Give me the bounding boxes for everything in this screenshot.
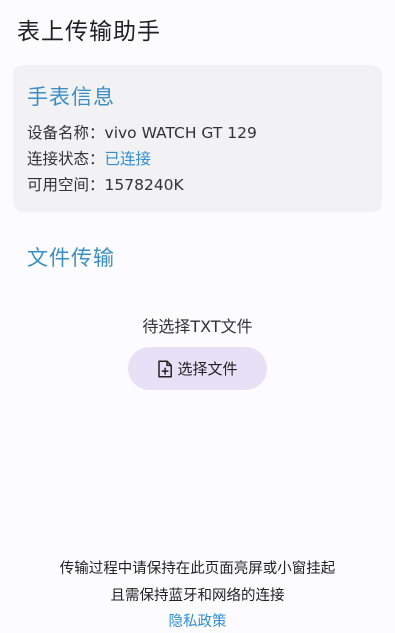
file-transfer-title: 文件传输	[27, 246, 115, 270]
available-space-value: 1578240K	[104, 176, 184, 194]
connection-status-row: 连接状态：已连接	[27, 147, 151, 169]
device-name-value: vivo WATCH GT 129	[104, 124, 257, 142]
choose-file-button[interactable]: 选择文件	[128, 347, 267, 390]
file-status-text: 待选择TXT文件	[142, 317, 253, 336]
app-title: 表上传输助手	[17, 19, 161, 45]
privacy-policy-link[interactable]: 隐私政策	[0, 610, 395, 631]
connection-status-label: 连接状态：	[27, 150, 105, 168]
device-name-label: 设备名称：	[27, 124, 105, 142]
footer-notice-line-1: 传输过程中请保持在此页面亮屏或小窗挂起	[59, 561, 336, 577]
footer-notice-line-2: 且需保持蓝牙和网络的连接	[110, 588, 285, 604]
watch-info-card: 手表信息 设备名称：vivo WATCH GT 129 连接状态：已连接 可用空…	[13, 65, 382, 212]
available-space-row: 可用空间：1578240K	[27, 173, 184, 195]
available-space-label: 可用空间：	[27, 176, 105, 194]
connection-status-value: 已连接	[104, 150, 152, 168]
file-add-icon	[157, 359, 173, 378]
device-name-row: 设备名称：vivo WATCH GT 129	[27, 121, 257, 143]
app-screen: 表上传输助手 手表信息 设备名称：vivo WATCH GT 129 连接状态：…	[0, 0, 395, 633]
choose-file-label: 选择文件	[177, 360, 238, 378]
watch-info-title: 手表信息	[27, 85, 115, 109]
